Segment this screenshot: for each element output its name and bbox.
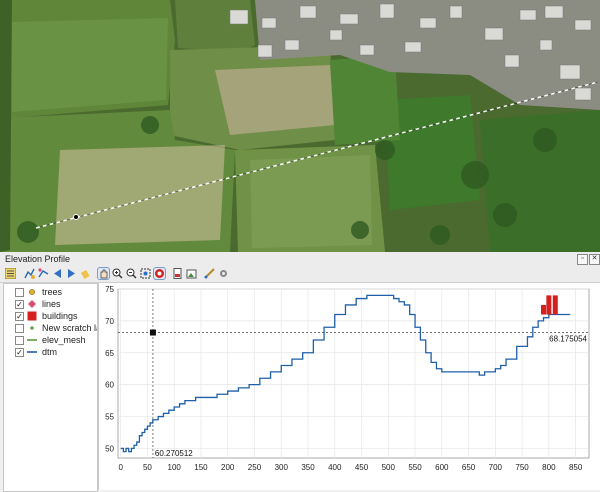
y-tick-label: 75	[105, 285, 114, 294]
x-tick-label: 700	[489, 463, 503, 472]
layer-visibility-checkbox[interactable]	[15, 288, 24, 297]
point-small-symbol-icon	[27, 323, 37, 333]
building-bar	[552, 295, 558, 315]
cursor-marker	[149, 329, 156, 336]
x-tick-label: 600	[435, 463, 449, 472]
layer-name: dtm	[42, 347, 58, 357]
zoom-in-icon[interactable]	[112, 268, 123, 279]
building-bar	[541, 304, 547, 315]
panel-header: Elevation Profile ▫ ✕	[0, 252, 600, 267]
x-tick-label: 850	[569, 463, 583, 472]
x-tick-label: 50	[143, 463, 152, 472]
x-tick-label: 100	[168, 463, 182, 472]
measure-icon[interactable]	[204, 268, 215, 279]
building-bar	[546, 295, 552, 315]
x-tick-label: 500	[382, 463, 396, 472]
clear-icon[interactable]	[80, 268, 91, 279]
layer-item-new-scratch-layer[interactable]: New scratch layer	[4, 322, 97, 334]
panel-title: Elevation Profile	[5, 254, 71, 264]
map-canvas[interactable]	[0, 0, 600, 252]
y-tick-label: 65	[105, 349, 114, 358]
x-tick-label: 250	[248, 463, 262, 472]
layer-name: trees	[42, 287, 63, 297]
x-tick-label: 150	[194, 463, 208, 472]
x-tick-label: 350	[301, 463, 315, 472]
layer-name: New scratch layer	[42, 323, 97, 333]
cursor-x-readout: 60.270512	[155, 449, 193, 458]
pan-icon[interactable]	[97, 267, 110, 280]
layer-item-elev-mesh[interactable]: elev_mesh	[4, 334, 97, 346]
x-tick-label: 750	[515, 463, 529, 472]
export-pdf-icon[interactable]	[172, 268, 183, 279]
x-tick-label: 200	[221, 463, 235, 472]
fill-symbol-icon	[27, 311, 37, 321]
x-tick-label: 650	[462, 463, 476, 472]
layer-visibility-checkbox[interactable]: ✓	[15, 312, 24, 321]
layer-item-buildings[interactable]: ✓ buildings	[4, 310, 97, 322]
line-symbol-icon	[27, 347, 37, 357]
diamond-symbol-icon	[27, 299, 37, 309]
float-panel-button[interactable]: ▫	[577, 254, 588, 265]
plot-area	[117, 288, 590, 459]
point-symbol-icon	[27, 287, 37, 297]
x-tick-label: 0	[118, 463, 123, 472]
layer-name: buildings	[42, 311, 78, 321]
layer-item-dtm[interactable]: ✓ dtm	[4, 346, 97, 358]
layer-name: elev_mesh	[42, 335, 86, 345]
capture-curve-from-feature-icon[interactable]	[38, 268, 49, 279]
y-tick-label: 50	[105, 444, 114, 453]
nudge-left-icon[interactable]	[52, 268, 63, 279]
identify-icon[interactable]	[153, 267, 166, 280]
capture-curve-icon[interactable]	[24, 268, 35, 279]
cursor-y-readout: 68.175054	[549, 335, 587, 344]
line-symbol-icon	[27, 335, 37, 345]
x-tick-label: 300	[275, 463, 289, 472]
x-tick-label: 800	[542, 463, 556, 472]
layer-item-trees[interactable]: trees	[4, 286, 97, 298]
layer-tree-icon[interactable]	[5, 268, 16, 279]
zoom-full-icon[interactable]	[140, 268, 151, 279]
x-tick-label: 450	[355, 463, 369, 472]
elevation-chart[interactable]: 0 50 100 150 200 250 300 350 400 450 500 550 600 650 7…	[98, 283, 600, 490]
y-tick-label: 60	[105, 381, 114, 390]
nudge-right-icon[interactable]	[66, 268, 77, 279]
export-image-icon[interactable]	[186, 268, 197, 279]
layer-tree: trees ✓ lines ✓ buildings New scratch layer el…	[3, 283, 98, 492]
layer-visibility-checkbox[interactable]	[15, 336, 24, 345]
y-tick-label: 55	[105, 413, 114, 422]
layer-name: lines	[42, 299, 61, 309]
close-panel-button[interactable]: ✕	[589, 254, 600, 265]
layer-item-lines[interactable]: ✓ lines	[4, 298, 97, 310]
x-tick-label: 400	[328, 463, 342, 472]
layer-visibility-checkbox[interactable]	[15, 324, 24, 333]
layer-visibility-checkbox[interactable]: ✓	[15, 300, 24, 309]
settings-icon[interactable]	[218, 268, 229, 279]
y-tick-label: 70	[105, 317, 114, 326]
x-tick-label: 550	[408, 463, 422, 472]
toolbar	[0, 266, 600, 283]
zoom-out-icon[interactable]	[126, 268, 137, 279]
layer-visibility-checkbox[interactable]: ✓	[15, 348, 24, 357]
